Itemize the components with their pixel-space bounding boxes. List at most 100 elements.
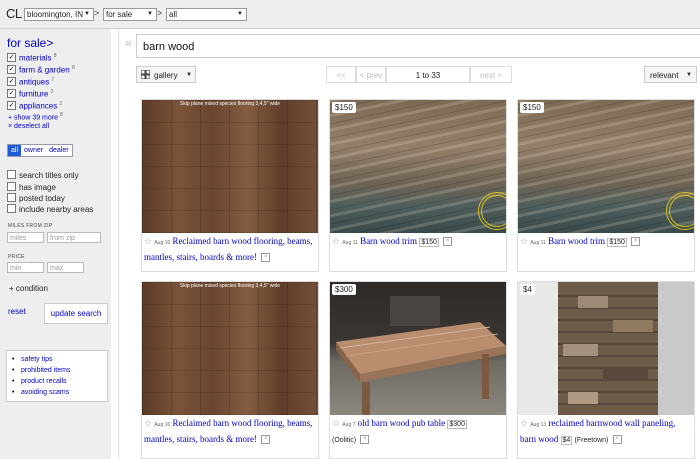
listing-image[interactable]: $4 (518, 282, 694, 415)
avoiding-scams-link[interactable]: avoiding scams (7, 387, 107, 398)
listing-date: Aug 16 (154, 422, 171, 428)
option-search-titles[interactable]: search titles only (7, 170, 79, 181)
listing-image[interactable]: $150 (518, 100, 694, 233)
listing-location: (Freetown) (574, 437, 609, 444)
listing-card[interactable]: $150 ☆ Aug 11 Barn wood trim $150 × (517, 99, 695, 272)
zip-input[interactable]: from zip (47, 232, 101, 243)
checkbox-checked-icon[interactable]: ✓ (7, 89, 16, 99)
view-mode-select[interactable]: gallery ▼ (136, 66, 196, 83)
hide-listing-icon[interactable]: × (261, 435, 271, 445)
favorite-star-icon[interactable]: ☆ (520, 237, 528, 247)
show-more-count: 8 (59, 112, 63, 118)
hide-listing-icon[interactable]: × (360, 435, 370, 445)
category-count: 8 (71, 65, 75, 71)
listing-card[interactable]: $4 ☆ Aug 13 reclaimed barnwood wall pane… (517, 281, 695, 459)
option-has-image[interactable]: has image (7, 182, 56, 193)
listing-title[interactable]: Reclaimed barn wood flooring, beams, man… (144, 418, 312, 444)
tab-all[interactable]: all (8, 145, 22, 156)
checkbox-icon[interactable] (7, 170, 16, 180)
chevron-down-icon: ▼ (686, 72, 692, 78)
category-count: 8 (53, 53, 57, 59)
sidebar-category-furniture[interactable]: ✓ furniture 2 (7, 87, 53, 99)
hide-listing-icon[interactable]: × (261, 253, 271, 263)
rope-coil-graphic (666, 192, 694, 230)
listing-date: Aug 13 (530, 422, 547, 428)
checkbox-checked-icon[interactable]: ✓ (7, 53, 16, 63)
listing-title[interactable]: Barn wood trim (360, 236, 417, 246)
listing-price: $300 (447, 420, 467, 429)
first-page-button[interactable]: << (326, 66, 356, 83)
listing-date: Aug 11 (342, 240, 358, 246)
category-label: appliances (19, 101, 58, 111)
listing-image[interactable]: Skip plane mixed species flooring 3,4,5"… (142, 100, 318, 233)
listing-card[interactable]: Skip plane mixed species flooring 3,4,5"… (141, 281, 319, 459)
safety-tips-link[interactable]: safety tips (7, 354, 107, 365)
product-recalls-link[interactable]: product recalls (7, 376, 107, 387)
listing-date: Aug 16 (154, 240, 171, 246)
listing-title[interactable]: old barn wood pub table (358, 418, 445, 428)
listing-image[interactable]: $150 (330, 100, 506, 233)
listing-card[interactable]: $300 ☆ Aug 7 old barn wood pub table $30… (329, 281, 507, 459)
section-select[interactable]: for sale ▼ (103, 8, 157, 21)
craigslist-logo[interactable]: CL (6, 6, 22, 21)
listing-info: ☆ Aug 11 Barn wood trim $150 × (520, 234, 692, 250)
listing-card[interactable]: $150 ☆ Aug 11 Barn wood trim $150 × (329, 99, 507, 272)
condition-toggle[interactable]: + condition (9, 284, 48, 293)
max-price-input[interactable]: max (47, 262, 84, 273)
min-price-input[interactable]: min (7, 262, 44, 273)
price-badge: $150 (520, 102, 544, 113)
checkbox-icon[interactable] (7, 204, 16, 214)
checkbox-checked-icon[interactable]: ✓ (7, 65, 16, 75)
tab-dealer[interactable]: dealer (46, 145, 71, 156)
listing-card[interactable]: Skip plane mixed species flooring 3,4,5"… (141, 99, 319, 272)
breadcrumb-separator: > (157, 8, 163, 18)
sidebar-category-farm-garden[interactable]: ✓ farm & garden 8 (7, 63, 75, 75)
sidebar-category-antiques[interactable]: ✓ antiques 7 (7, 75, 54, 87)
favorite-star-icon[interactable]: ☆ (332, 237, 340, 247)
favorite-star-icon[interactable]: ☆ (520, 419, 528, 429)
favorite-star-icon[interactable]: ☆ (144, 419, 152, 429)
category-label: materials (19, 53, 52, 63)
miles-input[interactable]: miles (7, 232, 44, 243)
option-posted-today[interactable]: posted today (7, 193, 65, 204)
sidebar-category-appliances[interactable]: ✓ appliances 1 (7, 99, 62, 111)
prohibited-items-link[interactable]: prohibited items (7, 365, 107, 376)
option-nearby-areas[interactable]: include nearby areas (7, 204, 93, 215)
chevron-down-icon: ▼ (84, 11, 90, 17)
sidebar-category-materials[interactable]: ✓ materials 8 (7, 51, 57, 63)
checkbox-icon[interactable] (7, 182, 16, 192)
collapse-sidebar-icon[interactable]: « (125, 36, 132, 50)
price-label: PRICE (8, 254, 25, 260)
checkbox-icon[interactable] (7, 193, 16, 203)
chevron-down-icon: ▼ (237, 11, 243, 17)
chevron-down-icon: ▼ (147, 11, 153, 17)
listing-price: $150 (607, 238, 627, 247)
location-select[interactable]: bloomington, IN ▼ (24, 8, 94, 21)
prev-page-button[interactable]: < prev (356, 66, 386, 83)
show-more-link[interactable]: + show 39 more 8 (8, 112, 63, 121)
hide-listing-icon[interactable]: × (612, 435, 622, 445)
favorite-star-icon[interactable]: ☆ (332, 419, 340, 429)
listing-title[interactable]: Reclaimed barn wood flooring, beams, man… (144, 236, 312, 262)
update-search-button[interactable]: update search (44, 303, 108, 324)
sort-select[interactable]: relevant ▼ (644, 66, 697, 83)
category-select[interactable]: all ▼ (166, 8, 247, 21)
tab-owner[interactable]: owner (21, 145, 46, 156)
hide-listing-icon[interactable]: × (631, 237, 641, 247)
listing-image[interactable]: Skip plane mixed species flooring 3,4,5"… (142, 282, 318, 415)
listing-price: $150 (419, 238, 439, 247)
tips-box: safety tips prohibited items product rec… (6, 350, 108, 402)
search-input[interactable]: barn wood (136, 34, 700, 58)
checkbox-checked-icon[interactable]: ✓ (7, 77, 16, 87)
next-page-button[interactable]: next > (470, 66, 512, 83)
listing-title[interactable]: Barn wood trim (548, 236, 605, 246)
sidebar-title[interactable]: for sale> (7, 36, 53, 50)
listing-image[interactable]: $300 (330, 282, 506, 415)
hide-listing-icon[interactable]: × (443, 237, 453, 247)
deselect-all-link[interactable]: × deselect all (8, 123, 49, 130)
checkbox-checked-icon[interactable]: ✓ (7, 101, 16, 111)
favorite-star-icon[interactable]: ☆ (144, 237, 152, 247)
reset-button[interactable]: reset (8, 307, 26, 316)
price-badge: $4 (520, 284, 535, 295)
result-range: 1 to 33 (386, 66, 470, 83)
